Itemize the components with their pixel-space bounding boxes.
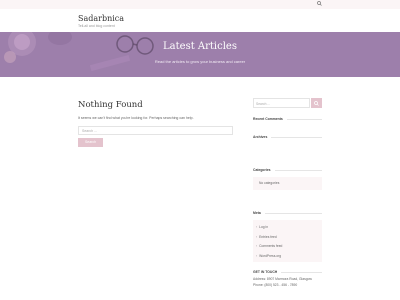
hero-title: Latest Articles — [163, 41, 237, 52]
no-categories-text: No categories — [253, 177, 322, 190]
chevron-right-icon: › — [256, 225, 258, 229]
top-bar — [0, 0, 400, 9]
contact-title: GET IN TOUCH — [253, 270, 278, 274]
contact-address: Address: 8907 Marmora Road, Glasgow — [253, 276, 312, 281]
chevron-right-icon: › — [256, 244, 258, 248]
sidebar-search-button[interactable] — [311, 98, 322, 108]
categories-widget: Categories No categories — [253, 168, 322, 190]
search-icon[interactable] — [317, 1, 322, 8]
divider — [264, 212, 322, 214]
chevron-right-icon: › — [256, 234, 258, 239]
search-button[interactable]: Search — [78, 138, 103, 147]
archives-widget: Archives — [253, 135, 322, 139]
categories-title: Categories — [253, 168, 271, 172]
sidebar-search-input[interactable]: Search ... — [253, 98, 310, 108]
archives-title: Archives — [253, 135, 268, 139]
main-content: Nothing Found It seems we can't find wha… — [78, 100, 234, 147]
hero-background-image — [0, 32, 400, 77]
meta-widget: Meta › Log in › Entries feed › Comments fee… — [253, 211, 322, 262]
search-input[interactable]: Search ... — [78, 126, 233, 135]
search-icon — [314, 100, 319, 106]
sidebar: Search ... Recent Comments Archives Cate… — [253, 98, 322, 287]
meta-link-comments-feed[interactable]: › Comments feed — [256, 242, 319, 252]
meta-link-log-in[interactable]: › Log in — [256, 223, 319, 233]
not-found-message: It seems we can't find what you're looki… — [78, 116, 194, 120]
contact-widget: GET IN TOUCH Address: 8907 Marmora Road,… — [253, 270, 322, 287]
meta-title: Meta — [253, 211, 261, 215]
site-tagline: Tell-all and blog content — [78, 24, 115, 28]
sidebar-search: Search ... — [253, 98, 322, 108]
recent-comments-widget: Recent Comments — [253, 117, 322, 121]
recent-comments-title: Recent Comments — [253, 117, 283, 121]
divider — [286, 118, 322, 120]
divider — [281, 271, 322, 273]
meta-link-entries-feed[interactable]: › Entries feed — [256, 233, 319, 243]
divider — [271, 136, 322, 138]
hero-banner: Latest Articles Read the articles to gro… — [0, 32, 400, 77]
contact-phone: Phone: (800) 523 - 456 - 7890 — [253, 283, 298, 287]
divider — [274, 169, 322, 171]
page-title: Nothing Found — [78, 100, 143, 110]
meta-link-wordpress[interactable]: › WordPress.org — [256, 252, 319, 262]
hero-subtitle: Read the articles to grow your business … — [154, 59, 246, 64]
chevron-right-icon: › — [256, 253, 258, 258]
site-title[interactable]: Sadarbnica — [78, 14, 124, 23]
